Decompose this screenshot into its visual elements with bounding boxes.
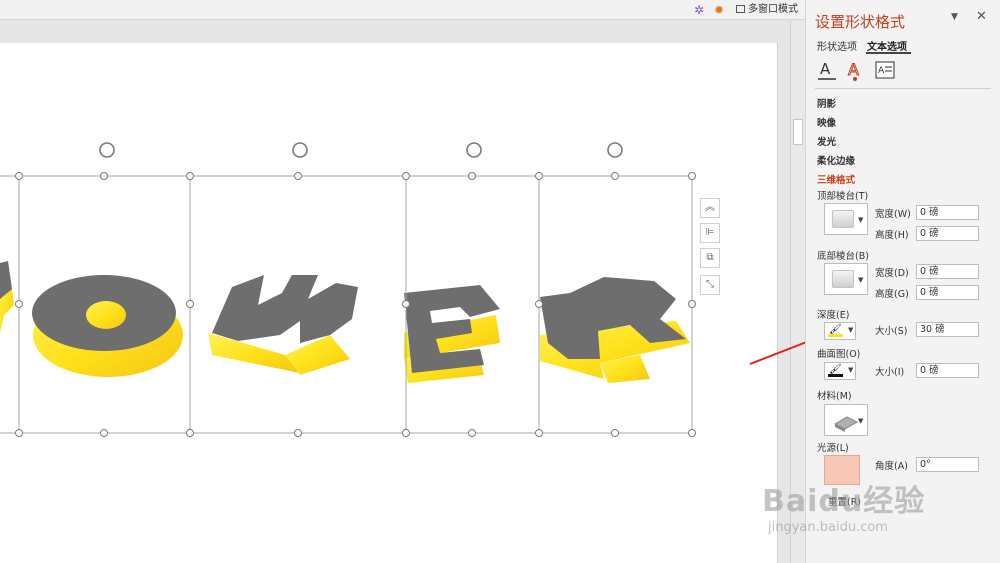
divider — [815, 88, 991, 89]
pin-icon[interactable]: ✲ — [691, 2, 707, 18]
word-art-letter[interactable]: W — [208, 275, 358, 375]
svg-text:A: A — [848, 60, 859, 79]
top-bevel-height-label: 高度(H) — [875, 230, 909, 241]
word-art-letter[interactable]: O — [32, 275, 183, 377]
lighting-picker[interactable] — [824, 455, 860, 485]
slide-canvas: O W E — [0, 21, 790, 563]
top-bevel-width-field[interactable]: 0 磅 — [916, 205, 979, 220]
tab-text-options[interactable]: 文本选项 — [867, 38, 907, 53]
text-fill-outline-icon[interactable]: A — [816, 58, 838, 82]
chevron-down-icon: ▼ — [848, 326, 854, 334]
text-effects-icon[interactable]: A — [844, 58, 866, 82]
rotate-handle-icon[interactable] — [466, 142, 482, 158]
chevron-down-icon: ▼ — [858, 417, 864, 425]
contour-size-label: 大小(I) — [875, 367, 905, 378]
crop-icon[interactable]: ⤡ — [700, 275, 720, 295]
material-picker[interactable]: ▼ — [824, 404, 868, 436]
top-bevel-width-label: 宽度(W) — [875, 209, 911, 220]
bottom-bevel-height-field[interactable]: 0 磅 — [916, 285, 979, 300]
material-label: 材料(M) — [817, 391, 852, 402]
arrange-icon[interactable]: ⧉ — [700, 248, 720, 268]
layout-options-icon[interactable]: ︽ — [700, 198, 720, 218]
section-glow[interactable]: 发光 — [817, 134, 836, 148]
word-art-letter-fragment[interactable] — [0, 261, 14, 333]
word-art-letter[interactable]: R — [540, 277, 690, 383]
align-icon[interactable]: ⊫ — [700, 223, 720, 243]
tab-shape-options[interactable]: 形状选项 — [817, 38, 857, 53]
top-bevel-picker[interactable]: ▼ — [824, 203, 868, 235]
contour-color-swatch — [828, 374, 843, 377]
contour-color-picker[interactable]: 🖌 ▼ — [824, 362, 856, 380]
depth-label: 深度(E) — [817, 310, 850, 321]
depth-size-field[interactable]: 30 磅 — [916, 322, 979, 337]
app-window: ✲ ✹ 多窗口模式 ︽ ⊫ ⧉ ⤡ 设置形状格式 ▼ ✕ 形状选项 文本选项 A… — [0, 0, 1000, 563]
reset-button[interactable]: 重置(R) — [828, 494, 861, 508]
pane-title: 设置形状格式 — [815, 13, 906, 31]
chevron-down-icon: ▼ — [858, 276, 864, 284]
top-toolbar: ✲ ✹ 多窗口模式 — [0, 0, 805, 20]
settings-icon[interactable]: ✹ — [711, 2, 727, 18]
section-soft-edges[interactable]: 柔化边缘 — [817, 153, 855, 167]
bottom-bevel-width-field[interactable]: 0 磅 — [916, 264, 979, 279]
top-bevel-label: 顶部棱台(T) — [817, 191, 869, 202]
rotate-handle-icon[interactable] — [607, 142, 623, 158]
material-preview-icon — [834, 416, 858, 432]
active-tab-indicator — [866, 52, 911, 54]
depth-color-picker[interactable]: 🖌 ▼ — [824, 322, 856, 340]
chevron-down-icon: ▼ — [858, 216, 864, 224]
lighting-label: 光源(L) — [817, 443, 849, 454]
contour-size-field[interactable]: 0 磅 — [916, 363, 979, 378]
word-art-letter[interactable]: E — [404, 285, 500, 383]
pane-options-icon[interactable]: ▼ — [951, 12, 958, 22]
slide[interactable]: O W E — [0, 43, 778, 563]
bottom-bevel-height-label: 高度(G) — [875, 289, 909, 300]
vertical-scrollbar[interactable] — [790, 21, 805, 563]
rotate-handle-icon[interactable] — [99, 142, 115, 158]
window-icon — [736, 5, 745, 13]
rotate-handle-icon[interactable] — [292, 142, 308, 158]
lighting-angle-label: 角度(A) — [875, 461, 908, 472]
close-icon[interactable]: ✕ — [976, 9, 987, 24]
format-shape-pane: 设置形状格式 ▼ ✕ 形状选项 文本选项 A A A 阴影 映像 发光 柔化边缘… — [805, 0, 1000, 563]
svg-text:A: A — [878, 66, 885, 76]
textbox-icon[interactable]: A — [874, 58, 896, 82]
contour-label: 曲面图(O) — [817, 349, 861, 360]
bottom-bevel-width-label: 宽度(D) — [875, 268, 909, 279]
section-shadow[interactable]: 阴影 — [817, 96, 836, 110]
bevel-preview-icon — [832, 210, 854, 228]
lighting-angle-field[interactable]: 0° — [916, 457, 979, 472]
bevel-preview-icon — [832, 270, 854, 288]
rotation-handles — [99, 142, 623, 158]
multi-window-label: 多窗口模式 — [748, 4, 798, 15]
bottom-bevel-label: 底部棱台(B) — [817, 251, 869, 262]
depth-color-swatch — [828, 334, 843, 337]
section-3d-format[interactable]: 三维格式 — [817, 172, 855, 186]
section-reflection[interactable]: 映像 — [817, 115, 836, 129]
chevron-down-icon: ▼ — [848, 366, 854, 374]
multi-window-button[interactable]: 多窗口模式 — [736, 2, 798, 18]
word-art-svg: O W E — [0, 142, 696, 437]
scrollbar-thumb[interactable] — [793, 119, 803, 145]
depth-size-label: 大小(S) — [875, 326, 908, 337]
bottom-bevel-picker[interactable]: ▼ — [824, 263, 868, 295]
top-bevel-height-field[interactable]: 0 磅 — [916, 226, 979, 241]
svg-text:A: A — [820, 60, 831, 78]
